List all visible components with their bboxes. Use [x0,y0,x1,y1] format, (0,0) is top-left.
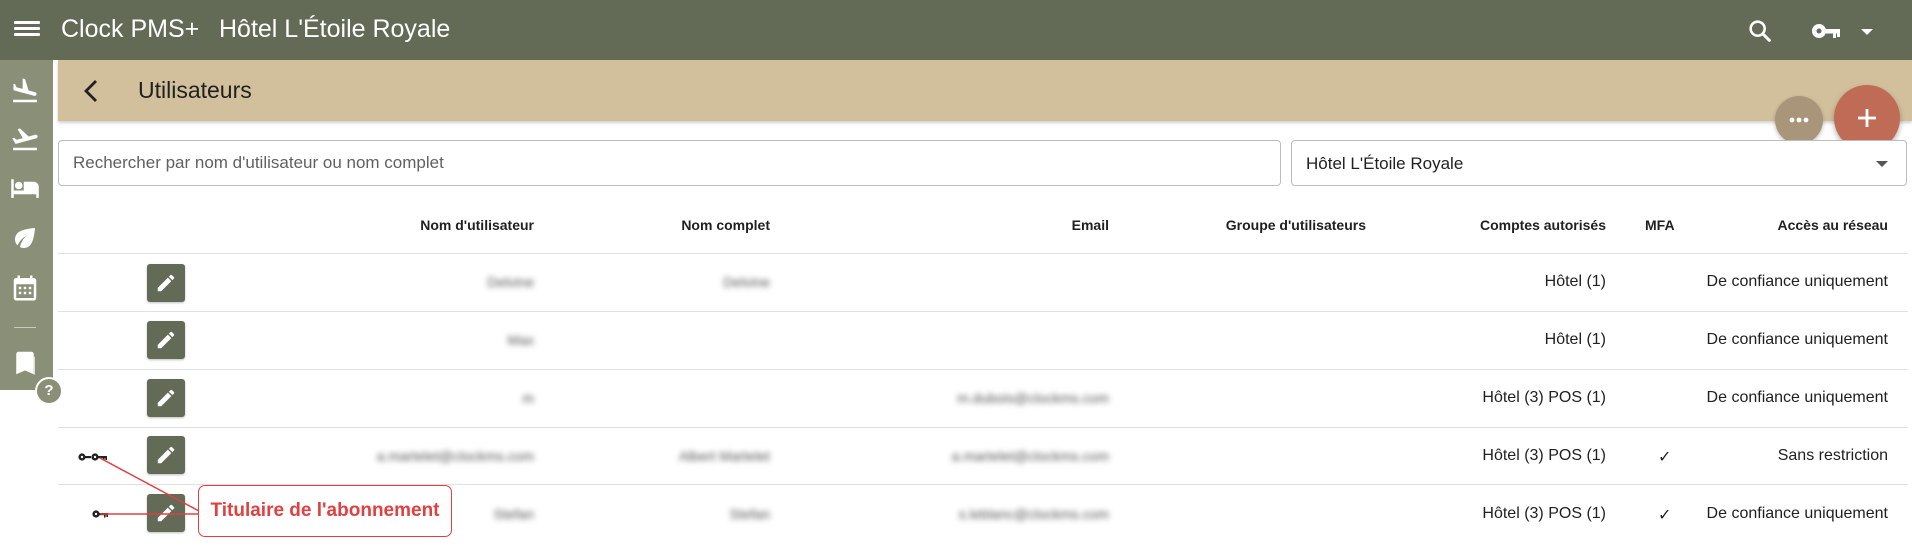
sidebar-divider [14,327,36,328]
subscription-holder-callout: Titulaire de l'abonnement [198,485,452,537]
sidebar-item-departures[interactable] [10,124,40,154]
top-app-bar: Clock PMS+ Hôtel L'Étoile Royale [0,0,1912,60]
cell-accounts: Hôtel (3) POS (1) [1482,447,1606,464]
key-icon [92,510,108,518]
bed-icon [11,179,39,198]
cell-network: De confiance uniquement [1706,505,1888,522]
pencil-icon [157,504,175,522]
dropdown-arrow-icon [1876,161,1888,167]
edit-user-button[interactable] [147,379,185,417]
row-divider [58,253,1908,254]
cell-fullname: Stefan [729,506,770,522]
cell-accounts: Hôtel (3) POS (1) [1482,505,1606,522]
help-button[interactable]: ? [35,377,63,405]
row-divider [58,369,1908,370]
double-key-icon [78,453,107,461]
sidebar-item-arrivals[interactable] [10,76,40,106]
mfa-check-icon: ✓ [1658,507,1672,524]
flight-takeoff-icon [12,128,38,151]
cell-network: De confiance uniquement [1706,389,1888,406]
calendar-icon [13,275,37,301]
sidebar [0,60,53,390]
sidebar-item-rooms[interactable] [10,173,40,203]
back-arrow-icon[interactable] [78,77,104,105]
cell-username: a.martelet@clockms.com [376,448,534,464]
cell-network: De confiance uniquement [1706,331,1888,348]
column-header-username[interactable]: Nom d'utilisateur [420,217,534,233]
cell-accounts: Hôtel (3) POS (1) [1482,389,1606,406]
cell-network: Sans restriction [1777,447,1888,464]
plus-icon [1858,109,1876,127]
sidebar-item-calendar[interactable] [10,273,40,303]
edit-user-button[interactable] [147,494,185,532]
column-header-group[interactable]: Groupe d'utilisateurs [1226,217,1366,233]
column-header-fullname[interactable]: Nom complet [681,217,770,233]
search-icon[interactable] [1746,17,1774,45]
pencil-icon [157,446,175,464]
flight-land-icon [13,78,37,103]
column-header-mfa[interactable]: MFA [1645,217,1675,233]
cell-username: m [522,390,534,406]
pencil-icon [157,331,175,349]
page-header: Utilisateurs [58,60,1912,121]
cell-fullname: Albert Martelet [678,448,770,464]
search-input[interactable] [58,140,1281,186]
cell-username: Stefan [493,506,534,522]
edit-user-button[interactable] [147,264,185,302]
cell-network: De confiance uniquement [1706,273,1888,290]
book-icon [16,351,35,375]
account-key-menu-button[interactable] [1810,17,1880,45]
row-divider [58,311,1908,312]
edit-user-button[interactable] [147,436,185,474]
pencil-icon [157,274,175,292]
page-title: Utilisateurs [138,77,252,103]
key-icon [1812,24,1840,38]
leaf-icon [14,228,35,248]
hamburger-menu-icon[interactable] [14,18,40,42]
mfa-check-icon: ✓ [1658,449,1672,466]
cell-email: s.leblanc@clockms.com [958,506,1109,522]
app-title: Clock PMS+ [61,15,200,43]
column-header-accounts[interactable]: Comptes autorisés [1480,217,1606,233]
hotel-select-value: Hôtel L'Étoile Royale [1306,154,1464,173]
cell-accounts: Hôtel (1) [1544,273,1606,290]
column-header-email[interactable]: Email [1072,217,1109,233]
hotel-name: Hôtel L'Étoile Royale [219,15,451,43]
row-divider [58,427,1908,428]
column-header-network[interactable]: Accès au réseau [1777,217,1888,233]
cell-username: Max [507,332,534,348]
chevron-down-icon [1861,29,1873,35]
cell-email: m.dubois@clockms.com [957,390,1109,406]
cell-accounts: Hôtel (1) [1544,331,1606,348]
sidebar-item-eco[interactable] [10,223,40,253]
sidebar-item-bookings[interactable] [10,348,40,378]
cell-fullname: Delvine [723,274,770,290]
more-actions-button[interactable] [1775,96,1823,144]
cell-email: a.martelet@clockms.com [951,448,1109,464]
edit-user-button[interactable] [147,321,185,359]
cell-username: Delvine [487,274,534,290]
hotel-select[interactable]: Hôtel L'Étoile Royale [1291,140,1907,186]
more-horizontal-icon [1789,117,1809,123]
pencil-icon [157,389,175,407]
